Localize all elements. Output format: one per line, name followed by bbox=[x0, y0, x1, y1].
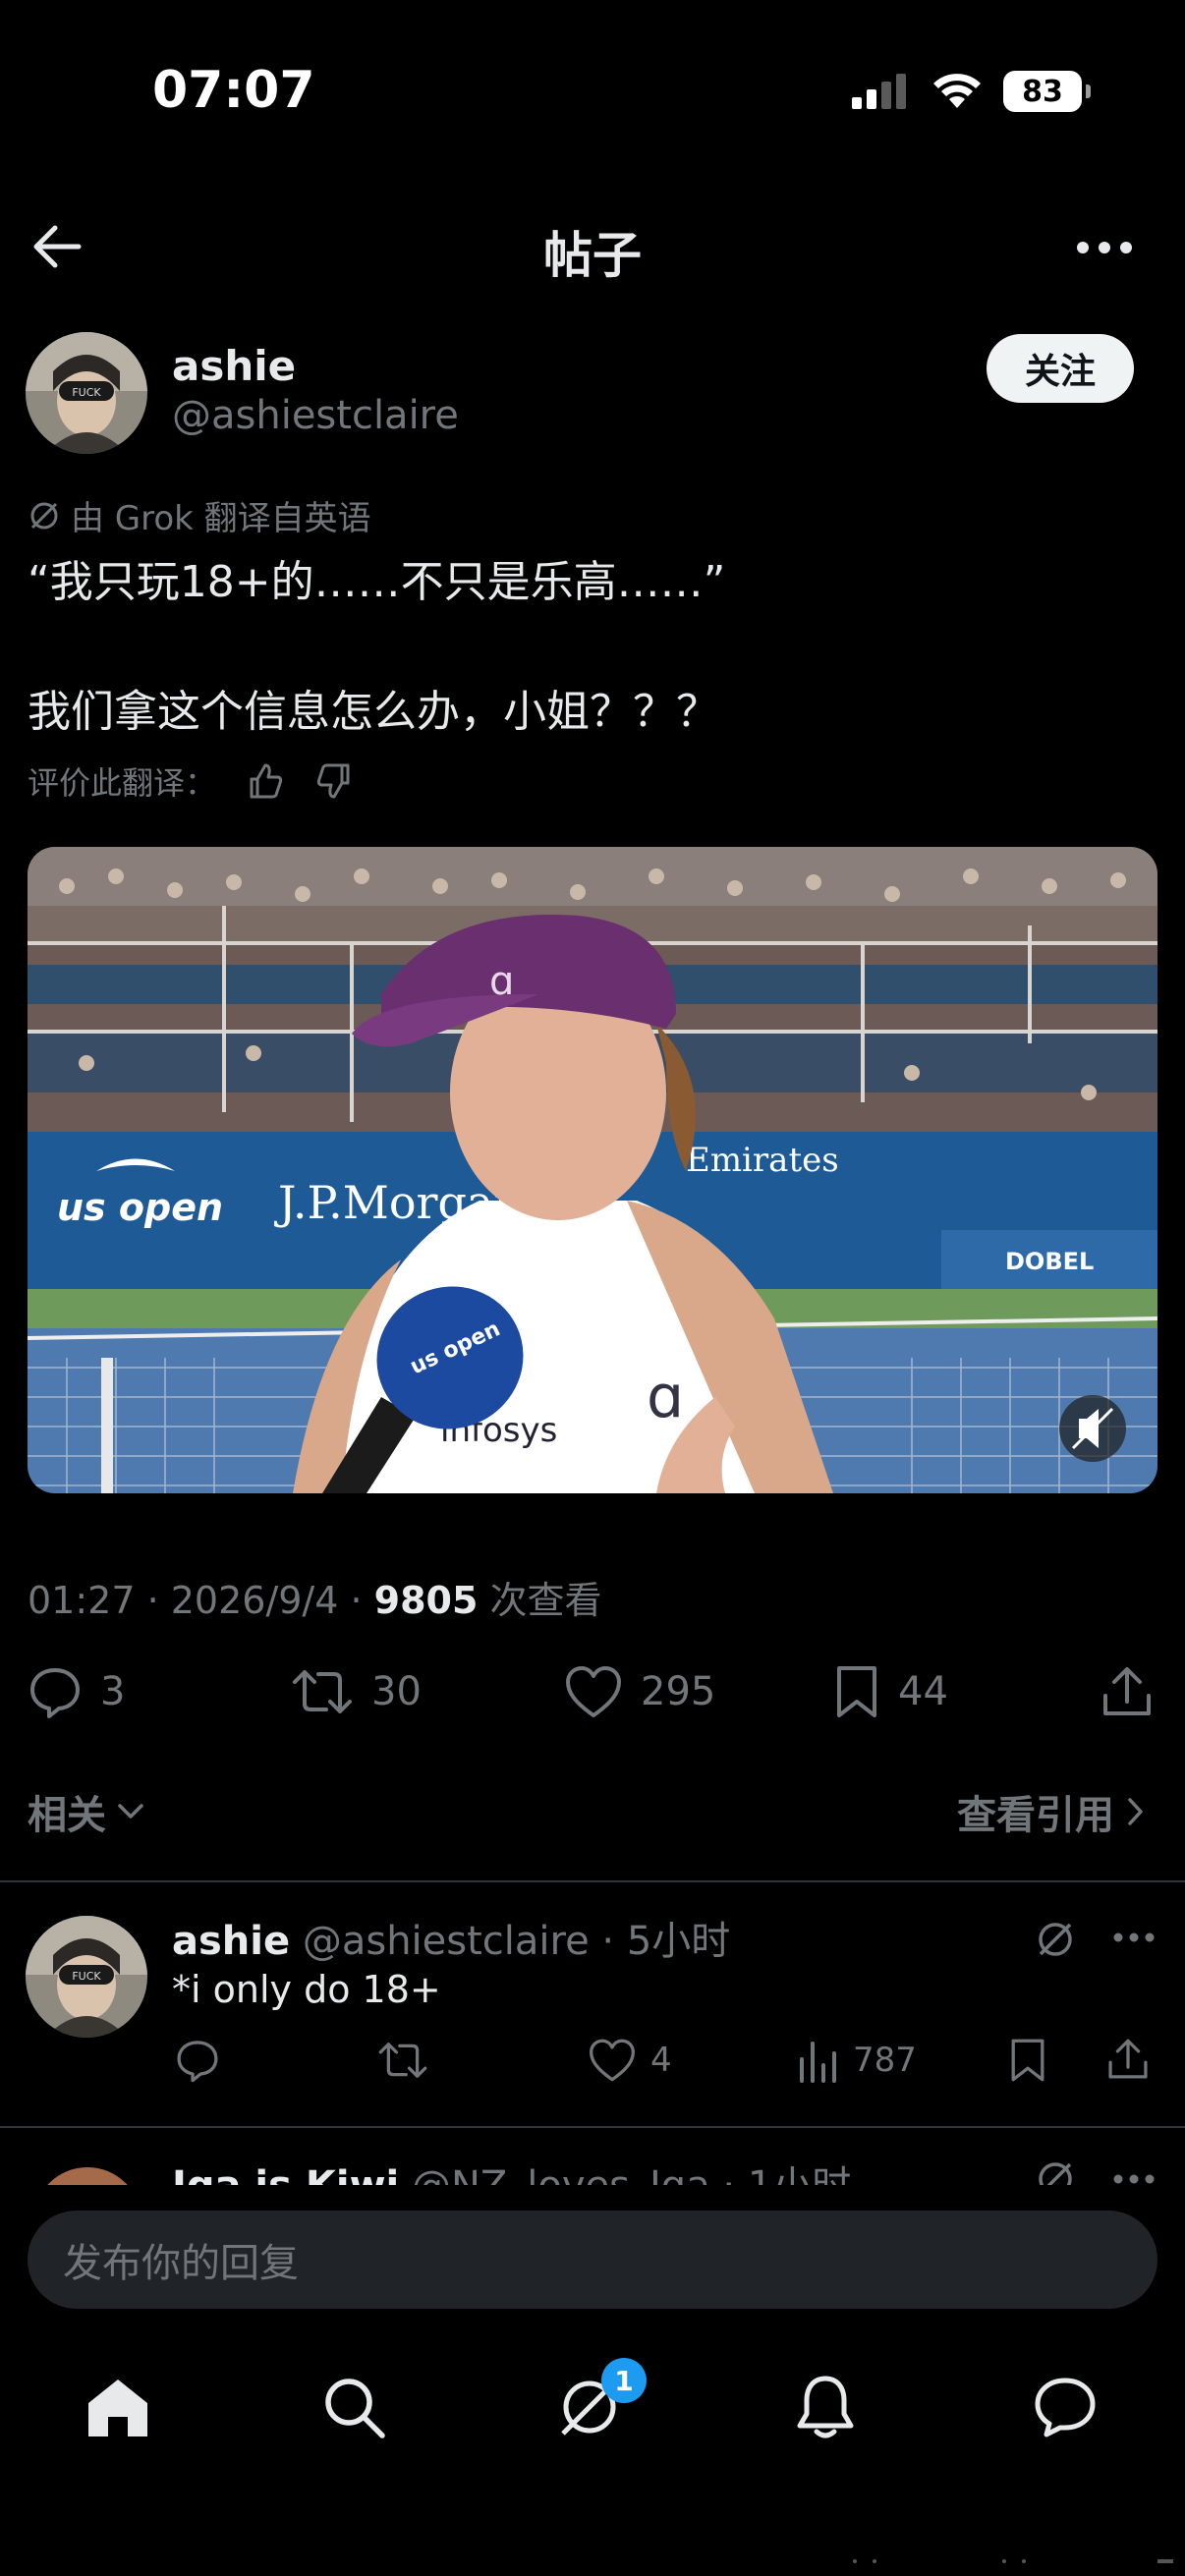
author-name[interactable]: ashie bbox=[172, 342, 296, 390]
reply-reply-button[interactable] bbox=[175, 2038, 220, 2083]
author-handle[interactable]: @ashiestclaire bbox=[172, 393, 459, 438]
rate-translation-label: 评价此翻译： bbox=[28, 764, 217, 802]
post-text: “我只玩18+的……不只是乐高……” 我们拿这个信息怎么办，小姐？？？ bbox=[28, 557, 726, 737]
more-options-icon[interactable] bbox=[1075, 238, 1134, 257]
notification-badge: 1 bbox=[601, 2358, 647, 2403]
grok-icon[interactable] bbox=[1034, 1918, 1077, 1961]
heart-icon bbox=[566, 1666, 621, 1717]
analytics-icon bbox=[800, 2042, 836, 2083]
banner-text: us open bbox=[57, 1186, 223, 1229]
grok-icon bbox=[30, 502, 58, 529]
reply-repost-button[interactable] bbox=[377, 2038, 428, 2083]
related-dropdown[interactable]: 相关 bbox=[28, 1783, 145, 1840]
reply-author-handle: @NZ_loves_Iga bbox=[412, 2163, 710, 2185]
translation-note-label: 由 Grok 翻译自英语 bbox=[71, 499, 371, 538]
reply-header[interactable]: ashie @ashiestclaire · 5小时 bbox=[172, 1909, 730, 1966]
reply-text: *i only do 18+ bbox=[172, 1968, 441, 2011]
chevron-down-icon bbox=[118, 1804, 143, 1819]
follow-button[interactable]: 关注 bbox=[987, 334, 1134, 403]
share-icon[interactable] bbox=[1106, 2036, 1150, 2083]
view-count-label: 次查看 bbox=[478, 1579, 602, 1622]
reply-views[interactable]: 787 bbox=[796, 2038, 917, 2083]
reply-author-name: ashie bbox=[172, 1919, 291, 1964]
reply-view-count: 787 bbox=[853, 2041, 917, 2080]
post-meta: 01:27 · 2026/9/4 · 9805 次查看 bbox=[28, 1570, 602, 1624]
repost-icon bbox=[378, 2043, 427, 2078]
post-timestamp: 01:27 · 2026/9/4 · bbox=[28, 1579, 374, 1622]
svg-text:ɑ: ɑ bbox=[489, 959, 514, 1004]
video-player[interactable]: us open J.P.Morgan Emirates DOBEL ɑ info… bbox=[28, 847, 1157, 1493]
heart-icon bbox=[590, 2039, 635, 2082]
svg-text:FUCK: FUCK bbox=[72, 386, 101, 399]
reply-count: 3 bbox=[100, 1669, 126, 1714]
repost-button[interactable]: 30 bbox=[291, 1664, 422, 1719]
view-quotes-link[interactable]: 查看引用 bbox=[957, 1783, 1146, 1840]
bookmark-count: 44 bbox=[898, 1669, 948, 1714]
home-indicator bbox=[853, 2559, 1173, 2563]
bookmark-icon bbox=[837, 1666, 876, 1717]
view-count: 9805 bbox=[373, 1579, 479, 1622]
repost-icon bbox=[293, 1670, 352, 1713]
home-icon bbox=[88, 2380, 147, 2436]
emirates-text: Emirates bbox=[686, 1141, 839, 1180]
tab-messages[interactable] bbox=[1026, 2368, 1104, 2446]
reply-like-count: 4 bbox=[650, 2041, 672, 2080]
page-title: 帖子 bbox=[543, 227, 642, 284]
reply-like-button[interactable]: 4 bbox=[588, 2038, 672, 2083]
like-button[interactable]: 295 bbox=[564, 1664, 715, 1719]
svg-text:ɑ: ɑ bbox=[647, 1363, 684, 1431]
reply-avatar bbox=[33, 2167, 141, 2185]
divider bbox=[0, 1880, 1185, 1882]
reply-icon bbox=[177, 2041, 218, 2083]
reply-icon bbox=[30, 1668, 80, 1718]
view-quotes-label: 查看引用 bbox=[957, 1793, 1114, 1838]
chevron-right-icon bbox=[1128, 1798, 1143, 1825]
thumbs-down-icon[interactable] bbox=[314, 761, 354, 801]
reply-button[interactable]: 3 bbox=[28, 1664, 125, 1719]
reply-input[interactable]: 发布你的回复 bbox=[28, 2211, 1157, 2309]
reply-avatar[interactable]: FUCK bbox=[26, 1916, 147, 2038]
search-icon bbox=[325, 2379, 385, 2438]
reply-input-placeholder: 发布你的回复 bbox=[63, 2241, 299, 2286]
rate-translation-row: 评价此翻译： bbox=[28, 758, 354, 804]
wifi-icon bbox=[933, 74, 981, 108]
status-icons: 83 bbox=[852, 71, 1091, 112]
tab-search[interactable] bbox=[314, 2368, 393, 2446]
signal-icon bbox=[852, 74, 906, 109]
thumbs-up-icon[interactable] bbox=[246, 761, 285, 801]
svg-text:FUCK: FUCK bbox=[72, 1970, 101, 1983]
reply-time: · 1小时 bbox=[722, 2163, 851, 2185]
reply-more-icon bbox=[1113, 2174, 1155, 2184]
reply-header: Iga is Kiwi @NZ_loves_Iga · 1小时 bbox=[172, 2154, 851, 2185]
reply-time: · 5小时 bbox=[601, 1919, 731, 1964]
status-time: 07:07 bbox=[152, 61, 315, 120]
dobel-text: DOBEL bbox=[1005, 1248, 1094, 1275]
chat-bubble-icon bbox=[1035, 2378, 1096, 2437]
tab-home[interactable] bbox=[79, 2368, 157, 2446]
bookmark-button[interactable]: 44 bbox=[833, 1664, 948, 1719]
grok-icon bbox=[1039, 2162, 1072, 2185]
reply-author-name: Iga is Kiwi bbox=[172, 2163, 399, 2185]
tab-notifications[interactable] bbox=[786, 2368, 865, 2446]
battery-indicator: 83 bbox=[1003, 71, 1091, 112]
like-count: 295 bbox=[641, 1669, 716, 1714]
bell-icon bbox=[797, 2376, 854, 2438]
share-icon[interactable] bbox=[1100, 1664, 1154, 1719]
related-label: 相关 bbox=[28, 1793, 106, 1838]
reply-more-icon[interactable] bbox=[1112, 1930, 1156, 1945]
bookmark-icon[interactable] bbox=[1008, 2038, 1047, 2083]
reply-author-handle: @ashiestclaire bbox=[302, 1919, 590, 1964]
banner-text: us open bbox=[57, 1186, 223, 1229]
reply-peek[interactable]: Iga is Kiwi @NZ_loves_Iga · 1小时 bbox=[0, 2128, 1185, 2185]
avatar[interactable]: FUCK bbox=[26, 332, 147, 454]
translation-note[interactable]: 由 Grok 翻译自英语 bbox=[28, 491, 371, 539]
repost-count: 30 bbox=[371, 1669, 422, 1714]
